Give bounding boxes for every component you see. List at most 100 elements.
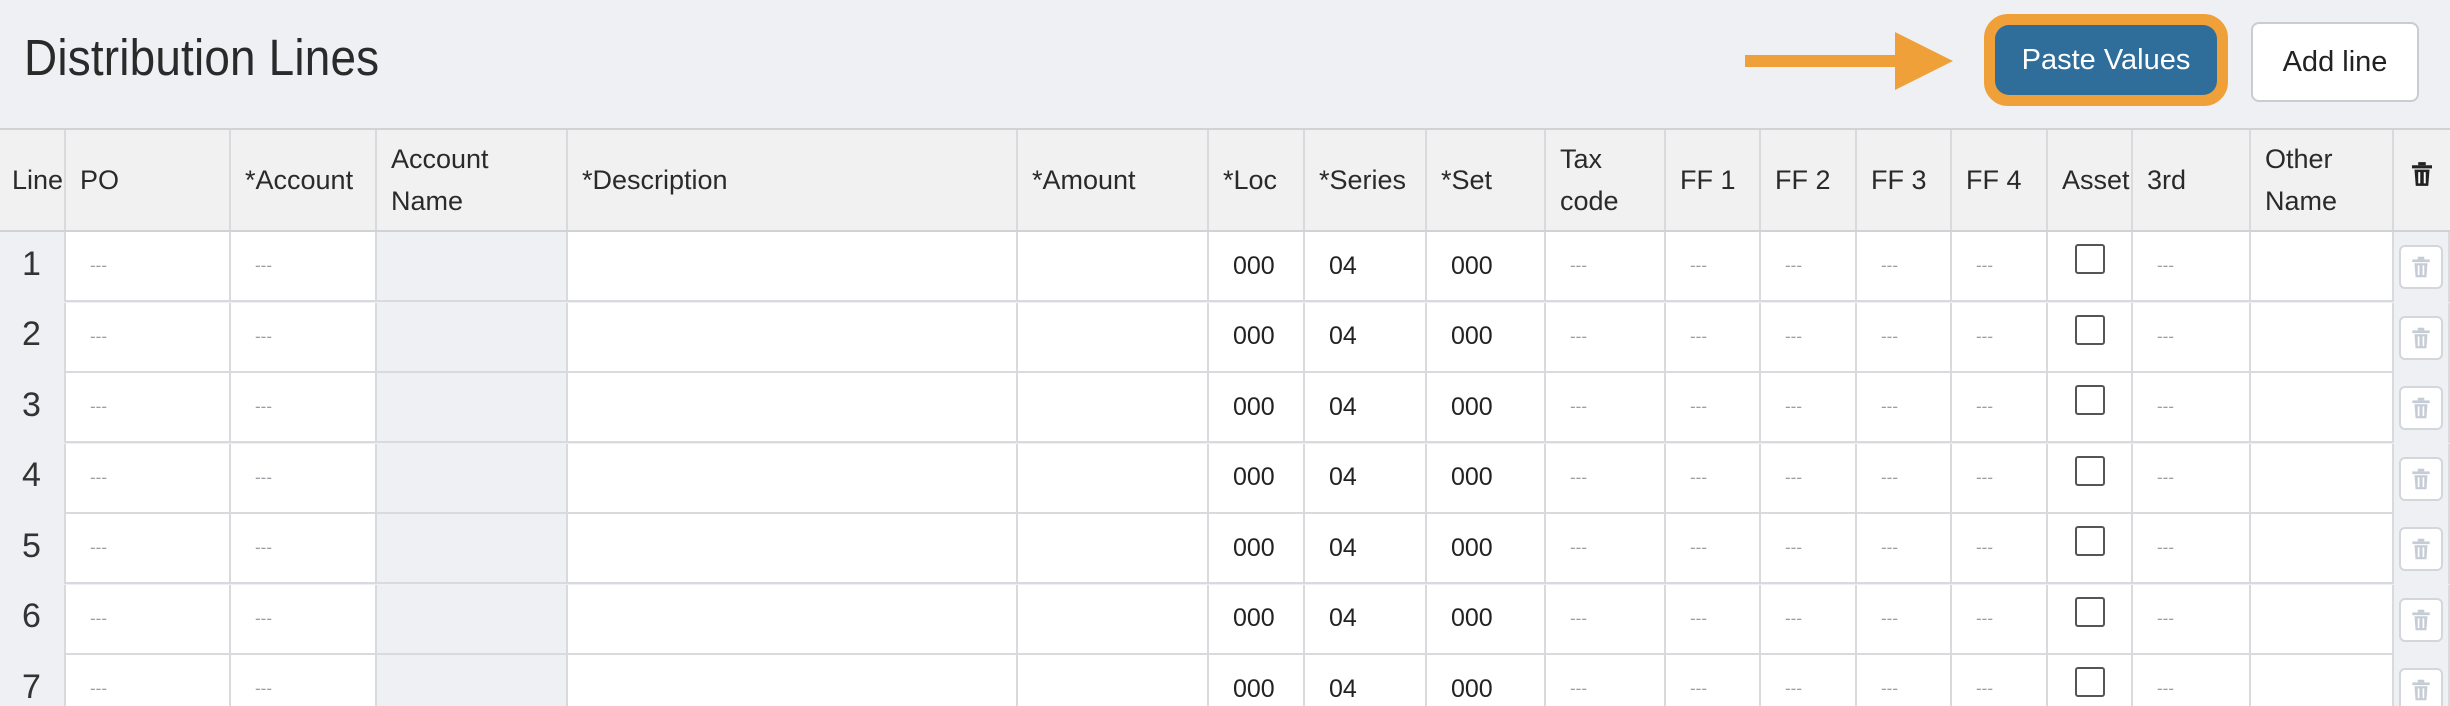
amount-cell[interactable]: [1018, 444, 1209, 514]
other-name-cell[interactable]: [2251, 655, 2394, 706]
add-line-button[interactable]: Add line: [2251, 22, 2419, 102]
ff2-cell[interactable]: ---: [1761, 232, 1857, 302]
amount-cell[interactable]: [1018, 373, 1209, 443]
ff2-cell[interactable]: ---: [1761, 514, 1857, 584]
po-cell[interactable]: ---: [66, 585, 231, 655]
asset-checkbox[interactable]: [2075, 385, 2105, 415]
asset-checkbox[interactable]: [2075, 315, 2105, 345]
series-cell[interactable]: 04: [1305, 373, 1427, 443]
set-cell[interactable]: 000: [1427, 585, 1546, 655]
other-name-cell[interactable]: [2251, 514, 2394, 584]
amount-cell[interactable]: [1018, 303, 1209, 373]
description-cell[interactable]: [568, 232, 1018, 302]
asset-cell[interactable]: [2048, 514, 2133, 584]
description-cell[interactable]: [568, 444, 1018, 514]
other-name-cell[interactable]: [2251, 373, 2394, 443]
asset-cell[interactable]: [2048, 232, 2133, 302]
tax-code-cell[interactable]: ---: [1546, 303, 1666, 373]
loc-cell[interactable]: 000: [1209, 655, 1305, 706]
po-cell[interactable]: ---: [66, 655, 231, 706]
asset-checkbox[interactable]: [2075, 526, 2105, 556]
account-cell[interactable]: ---: [231, 444, 377, 514]
description-cell[interactable]: [568, 373, 1018, 443]
loc-cell[interactable]: 000: [1209, 373, 1305, 443]
ff2-cell[interactable]: ---: [1761, 303, 1857, 373]
asset-checkbox[interactable]: [2075, 597, 2105, 627]
account-cell[interactable]: ---: [231, 232, 377, 302]
third-cell[interactable]: ---: [2133, 655, 2251, 706]
delete-row-button[interactable]: [2399, 457, 2443, 501]
series-cell[interactable]: 04: [1305, 655, 1427, 706]
delete-row-button[interactable]: [2399, 316, 2443, 360]
loc-cell[interactable]: 000: [1209, 303, 1305, 373]
set-cell[interactable]: 000: [1427, 303, 1546, 373]
set-cell[interactable]: 000: [1427, 232, 1546, 302]
ff4-cell[interactable]: ---: [1952, 655, 2048, 706]
trash-icon[interactable]: [2407, 159, 2437, 201]
ff4-cell[interactable]: ---: [1952, 444, 2048, 514]
asset-cell[interactable]: [2048, 585, 2133, 655]
third-cell[interactable]: ---: [2133, 303, 2251, 373]
ff4-cell[interactable]: ---: [1952, 373, 2048, 443]
asset-cell[interactable]: [2048, 655, 2133, 706]
tax-code-cell[interactable]: ---: [1546, 444, 1666, 514]
set-cell[interactable]: 000: [1427, 373, 1546, 443]
description-cell[interactable]: [568, 514, 1018, 584]
other-name-cell[interactable]: [2251, 232, 2394, 302]
ff3-cell[interactable]: ---: [1857, 444, 1952, 514]
tax-code-cell[interactable]: ---: [1546, 655, 1666, 706]
ff2-cell[interactable]: ---: [1761, 373, 1857, 443]
other-name-cell[interactable]: [2251, 303, 2394, 373]
description-cell[interactable]: [568, 585, 1018, 655]
other-name-cell[interactable]: [2251, 444, 2394, 514]
other-name-cell[interactable]: [2251, 585, 2394, 655]
ff1-cell[interactable]: ---: [1666, 585, 1761, 655]
account-cell[interactable]: ---: [231, 585, 377, 655]
ff1-cell[interactable]: ---: [1666, 655, 1761, 706]
ff3-cell[interactable]: ---: [1857, 303, 1952, 373]
ff1-cell[interactable]: ---: [1666, 373, 1761, 443]
description-cell[interactable]: [568, 655, 1018, 706]
loc-cell[interactable]: 000: [1209, 444, 1305, 514]
asset-cell[interactable]: [2048, 373, 2133, 443]
asset-cell[interactable]: [2048, 303, 2133, 373]
series-cell[interactable]: 04: [1305, 585, 1427, 655]
delete-row-button[interactable]: [2399, 527, 2443, 571]
ff4-cell[interactable]: ---: [1952, 232, 2048, 302]
ff3-cell[interactable]: ---: [1857, 655, 1952, 706]
tax-code-cell[interactable]: ---: [1546, 514, 1666, 584]
ff2-cell[interactable]: ---: [1761, 444, 1857, 514]
third-cell[interactable]: ---: [2133, 585, 2251, 655]
po-cell[interactable]: ---: [66, 373, 231, 443]
ff3-cell[interactable]: ---: [1857, 514, 1952, 584]
paste-values-button[interactable]: Paste Values: [1995, 25, 2217, 95]
ff4-cell[interactable]: ---: [1952, 514, 2048, 584]
po-cell[interactable]: ---: [66, 514, 231, 584]
po-cell[interactable]: ---: [66, 444, 231, 514]
asset-checkbox[interactable]: [2075, 667, 2105, 697]
ff1-cell[interactable]: ---: [1666, 232, 1761, 302]
third-cell[interactable]: ---: [2133, 444, 2251, 514]
series-cell[interactable]: 04: [1305, 444, 1427, 514]
account-cell[interactable]: ---: [231, 655, 377, 706]
delete-row-button[interactable]: [2399, 245, 2443, 289]
amount-cell[interactable]: [1018, 655, 1209, 706]
tax-code-cell[interactable]: ---: [1546, 373, 1666, 443]
ff3-cell[interactable]: ---: [1857, 585, 1952, 655]
set-cell[interactable]: 000: [1427, 444, 1546, 514]
ff4-cell[interactable]: ---: [1952, 585, 2048, 655]
ff1-cell[interactable]: ---: [1666, 514, 1761, 584]
set-cell[interactable]: 000: [1427, 655, 1546, 706]
tax-code-cell[interactable]: ---: [1546, 232, 1666, 302]
asset-checkbox[interactable]: [2075, 244, 2105, 274]
delete-row-button[interactable]: [2399, 386, 2443, 430]
account-cell[interactable]: ---: [231, 373, 377, 443]
delete-row-button[interactable]: [2399, 668, 2443, 706]
series-cell[interactable]: 04: [1305, 303, 1427, 373]
third-cell[interactable]: ---: [2133, 373, 2251, 443]
amount-cell[interactable]: [1018, 585, 1209, 655]
amount-cell[interactable]: [1018, 514, 1209, 584]
amount-cell[interactable]: [1018, 232, 1209, 302]
tax-code-cell[interactable]: ---: [1546, 585, 1666, 655]
ff1-cell[interactable]: ---: [1666, 444, 1761, 514]
